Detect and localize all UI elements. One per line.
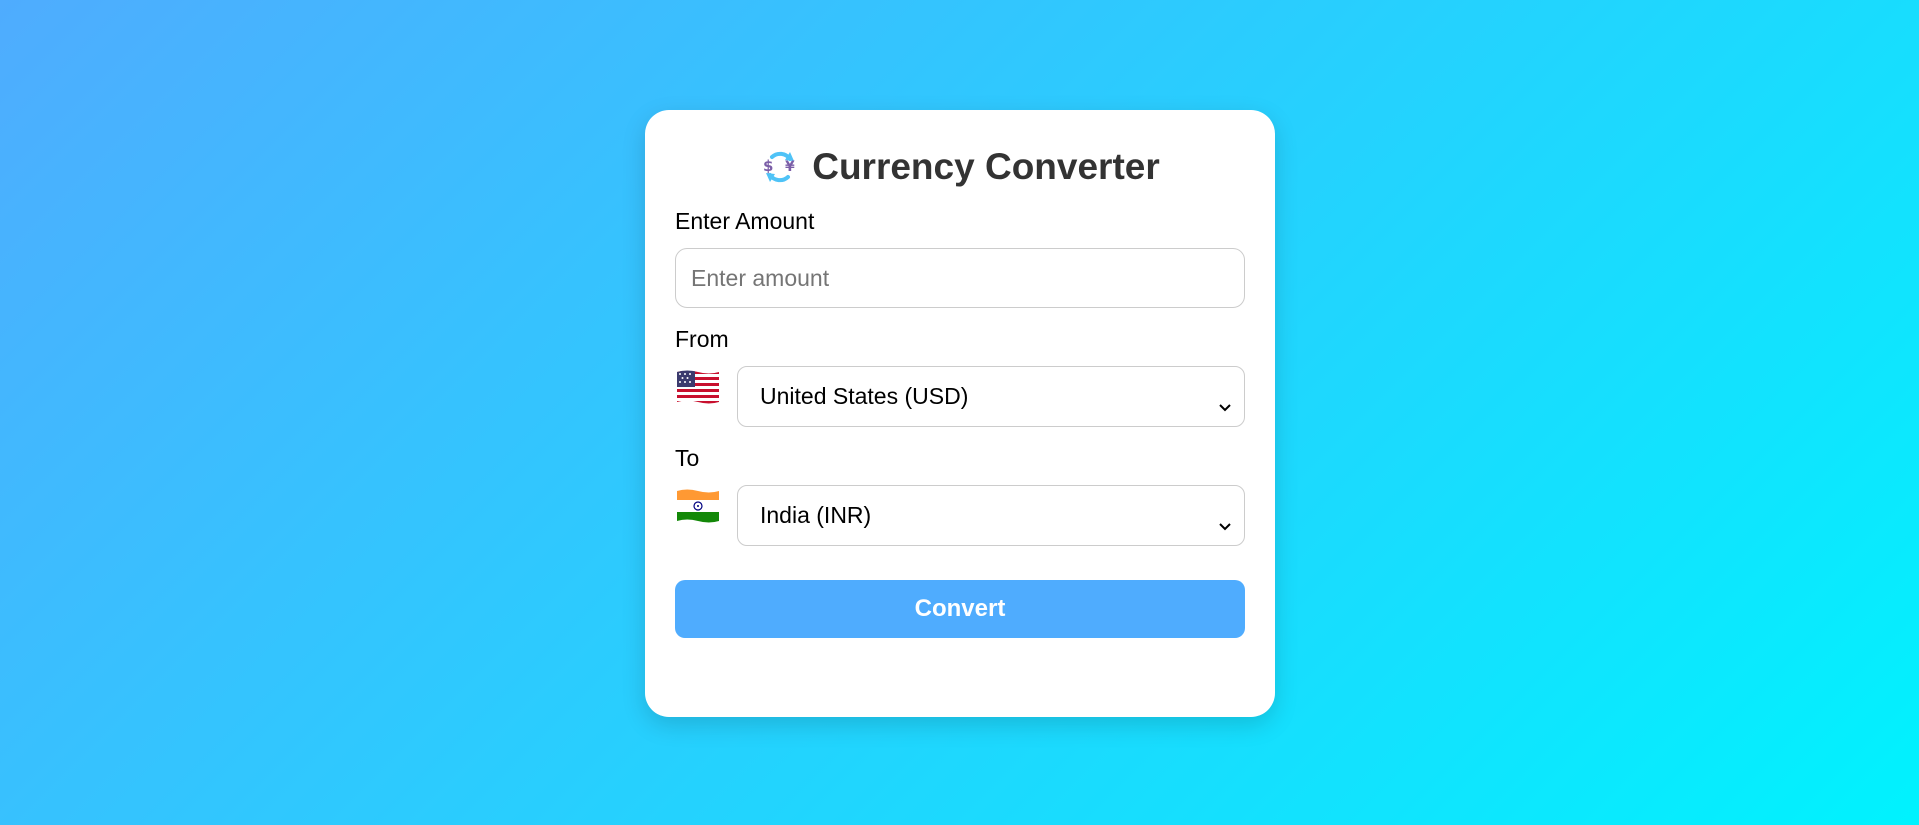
amount-label: Enter Amount bbox=[675, 208, 815, 234]
converter-card: $ ¥ Currency Converter Enter Amount From bbox=[645, 110, 1275, 717]
header: $ ¥ Currency Converter bbox=[675, 144, 1245, 190]
from-currency-value: United States (USD) bbox=[760, 383, 969, 409]
us-flag-icon bbox=[675, 369, 721, 405]
chevron-down-icon bbox=[1218, 392, 1232, 411]
india-flag-icon bbox=[675, 488, 721, 524]
to-currency-select[interactable]: India (INR) bbox=[737, 485, 1245, 546]
svg-text:$: $ bbox=[763, 157, 773, 175]
amount-input[interactable] bbox=[675, 248, 1245, 308]
chevron-down-icon bbox=[1218, 511, 1232, 530]
to-row: India (INR) bbox=[675, 485, 1245, 546]
from-row: United States (USD) bbox=[675, 366, 1245, 427]
to-label: To bbox=[675, 445, 700, 471]
convert-button[interactable]: Convert bbox=[675, 580, 1245, 638]
svg-text:¥: ¥ bbox=[785, 159, 795, 175]
page-title: Currency Converter bbox=[812, 146, 1160, 187]
from-currency-select[interactable]: United States (USD) bbox=[737, 366, 1245, 427]
from-label: From bbox=[675, 326, 729, 352]
currency-exchange-icon: $ ¥ bbox=[760, 147, 800, 187]
to-currency-value: India (INR) bbox=[760, 502, 872, 528]
